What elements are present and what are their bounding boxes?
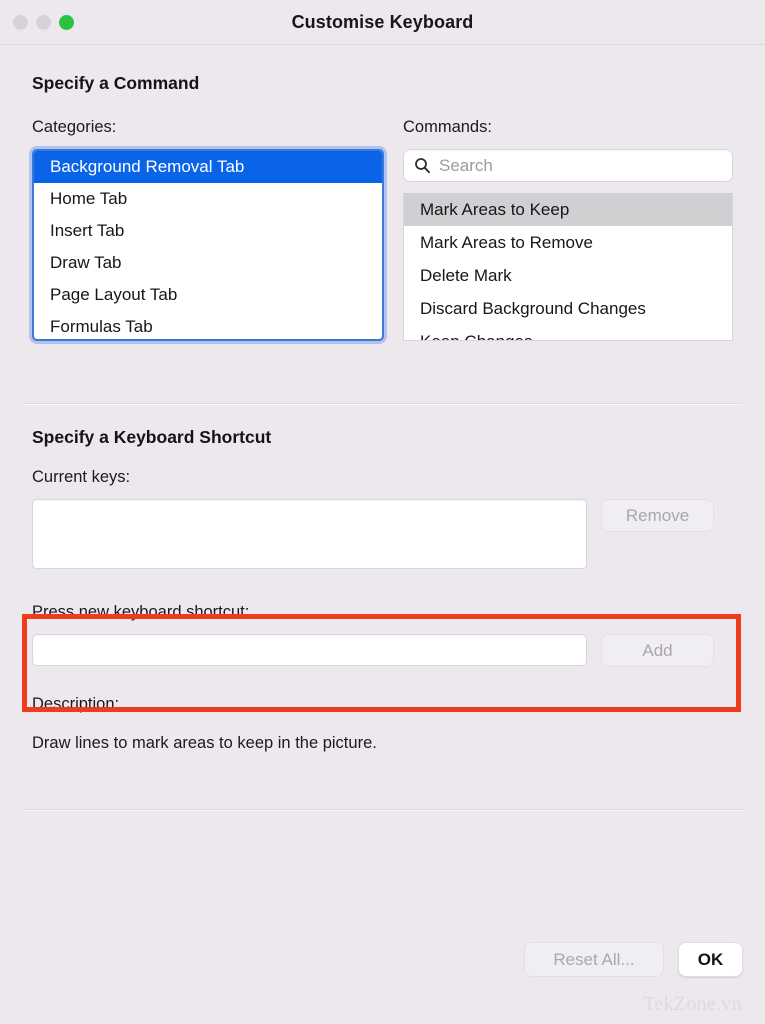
category-item-draw-tab[interactable]: Draw Tab	[34, 247, 382, 279]
command-columns: Categories: Background Removal Tab Home …	[32, 118, 733, 341]
press-new-shortcut-area: Press new keyboard shortcut: Add	[0, 569, 765, 667]
description-section: Description: Draw lines to mark areas to…	[0, 667, 765, 753]
specify-shortcut-heading: Specify a Keyboard Shortcut	[32, 427, 272, 447]
press-new-shortcut-label: Press new keyboard shortcut:	[32, 603, 250, 621]
remove-button[interactable]: Remove	[601, 499, 714, 532]
press-new-shortcut-field[interactable]	[32, 634, 587, 666]
category-item-insert-tab[interactable]: Insert Tab	[34, 215, 382, 247]
command-item-keep-changes[interactable]: Keep Changes	[404, 325, 732, 340]
window-title: Customise Keyboard	[291, 11, 474, 32]
commands-search-placeholder: Search	[439, 155, 493, 175]
specify-command-heading: Specify a Command	[32, 73, 200, 93]
categories-column: Categories: Background Removal Tab Home …	[32, 118, 384, 341]
search-icon	[415, 158, 430, 174]
dialog-footer: Reset All... OK TekZone.vn	[0, 928, 765, 1024]
category-item-page-layout-tab[interactable]: Page Layout Tab	[34, 279, 382, 311]
press-new-shortcut-row: Add	[32, 634, 733, 667]
command-item-mark-areas-to-keep[interactable]: Mark Areas to Keep	[404, 193, 732, 226]
category-item-home-tab[interactable]: Home Tab	[34, 183, 382, 215]
description-label: Description:	[32, 695, 120, 713]
specify-shortcut-section: Specify a Keyboard Shortcut Current keys…	[0, 405, 765, 569]
traffic-light-group	[13, 14, 74, 30]
command-item-discard-background-changes[interactable]: Discard Background Changes	[404, 292, 732, 325]
current-keys-field[interactable]	[32, 499, 587, 569]
close-button-icon[interactable]	[13, 14, 28, 30]
command-item-mark-areas-to-remove[interactable]: Mark Areas to Remove	[404, 226, 732, 259]
command-item-delete-mark[interactable]: Delete Mark	[404, 259, 732, 292]
categories-listbox[interactable]: Background Removal Tab Home Tab Insert T…	[32, 149, 384, 341]
current-keys-label: Current keys:	[32, 468, 131, 486]
minimize-button-icon[interactable]	[36, 14, 51, 30]
commands-label: Commands:	[403, 118, 492, 136]
commands-search-field[interactable]: Search	[403, 149, 733, 182]
categories-label: Categories:	[32, 118, 117, 136]
commands-listbox[interactable]: Mark Areas to Keep Mark Areas to Remove …	[403, 193, 733, 341]
specify-command-section: Specify a Command Categories: Background…	[0, 45, 765, 341]
footer-button-group: Reset All... OK	[524, 942, 743, 977]
category-item-formulas-tab[interactable]: Formulas Tab	[34, 311, 382, 339]
zoom-button-icon[interactable]	[59, 14, 74, 30]
window-title-bar: Customise Keyboard	[0, 0, 765, 45]
description-text: Draw lines to mark areas to keep in the …	[32, 734, 377, 752]
current-keys-row: Remove	[32, 499, 733, 569]
commands-column: Commands: Search Mark Areas to Keep Mark…	[403, 118, 733, 341]
ok-button[interactable]: OK	[678, 942, 743, 977]
add-button[interactable]: Add	[601, 634, 714, 667]
category-item-background-removal-tab[interactable]: Background Removal Tab	[34, 151, 382, 183]
section-divider-bottom	[22, 809, 743, 811]
reset-all-button[interactable]: Reset All...	[524, 942, 664, 977]
watermark: TekZone.vn	[643, 993, 742, 1015]
